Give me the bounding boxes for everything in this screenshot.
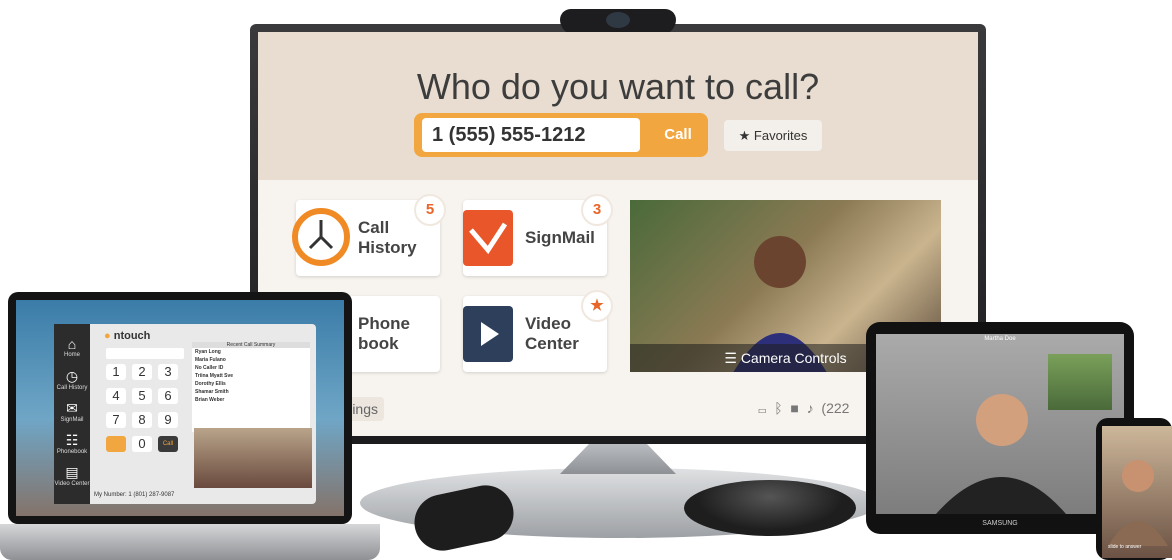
app-brand-label: ntouch (113, 330, 151, 342)
laptop-dial-input[interactable] (106, 348, 184, 359)
contact-icon: ☷ (65, 432, 79, 448)
tile-label: SignMail (525, 228, 595, 247)
keypad-key[interactable]: 3 (158, 364, 178, 380)
person-silhouette (1108, 460, 1168, 546)
sidebar-label: Call History (56, 385, 88, 391)
app-sidebar: ⌂ Home ◷ Call History ✉ SignMail ☷ Phonebook… (54, 324, 90, 504)
clock-icon: ◷ (65, 368, 79, 384)
phone-number-status: (222 (821, 400, 850, 416)
tile-video-center[interactable]: Video Center ★ (463, 290, 613, 372)
display-icon: ▭ (758, 400, 767, 416)
keypad-key[interactable]: 2 (132, 364, 152, 380)
contact-row[interactable]: Triina Myatt Sve (192, 372, 310, 380)
sidebar-item-home[interactable]: ⌂ Home (54, 336, 90, 358)
contact-list: Ryan Long Maria Fulano No Caller ID Triina … (192, 348, 310, 404)
laptop-screen: ⌂ Home ◷ Call History ✉ SignMail ☷ Phonebook… (16, 300, 344, 516)
contact-row[interactable]: Dorothy Ellis (192, 380, 310, 388)
contact-row[interactable]: Shamar Smith (192, 388, 310, 396)
keypad-key[interactable]: 5 (132, 388, 152, 404)
sidebar-item-signmail[interactable]: ✉ SignMail (54, 400, 90, 423)
ntouch-window: ⌂ Home ◷ Call History ✉ SignMail ☷ Phonebook… (54, 324, 316, 504)
favorites-button[interactable]: ★ Favorites (724, 120, 822, 151)
keypad-key[interactable]: 1 (106, 364, 126, 380)
tile-label: Video Center (525, 314, 579, 353)
page-title: Who do you want to call? (416, 66, 820, 107)
laptop-base (0, 524, 380, 560)
keypad-key[interactable]: 4 (106, 388, 126, 404)
contact-row[interactable]: Brian Weber (192, 396, 310, 404)
home-icon: ⌂ (67, 336, 77, 352)
contact-row[interactable]: Maria Fulano (192, 356, 310, 364)
video-center-badge: ★ (581, 290, 613, 322)
status-icons: ▭ ᛒ ■ ♪ (222 (758, 400, 849, 416)
tile-label: Call History (358, 218, 417, 257)
signmail-badge: 3 (581, 194, 613, 226)
webcam-lens-icon (606, 12, 630, 28)
keypad: 1 2 3 4 5 6 7 8 9 0 Call (106, 364, 186, 484)
slide-to-answer[interactable]: slide to answer (1108, 544, 1141, 550)
sidebar-item-phonebook[interactable]: ☷ Phonebook (54, 432, 90, 455)
dial-input[interactable] (422, 118, 640, 152)
sliders-icon: ☰ (724, 350, 737, 366)
tile-call-history[interactable]: Call History 5 (292, 194, 446, 276)
contact-row[interactable]: Ryan Long (192, 348, 310, 356)
brand-logo-icon: ● (104, 330, 111, 342)
favorites-label: Favorites (753, 128, 808, 143)
app-brand: ● ntouch (104, 330, 150, 342)
sidebar-item-call-history[interactable]: ◷ Call History (54, 368, 90, 391)
tablet-brand: SAMSUNG (982, 520, 1018, 527)
phone-screen: slide to answer (1102, 426, 1172, 558)
keypad-key[interactable]: 8 (132, 412, 152, 428)
sidebar-label: Home (63, 352, 80, 358)
call-history-badge: 5 (414, 194, 446, 226)
clock-icon (292, 208, 350, 266)
microphone-icon: ♪ (806, 400, 814, 416)
star-icon: ★ (738, 128, 751, 143)
tile-label: Phone book (358, 314, 410, 353)
sidebar-label: Phonebook (56, 449, 88, 455)
film-icon: ▤ (65, 464, 79, 480)
my-number: My Number: 1 (801) 287-9087 (94, 492, 175, 498)
mail-icon: ✉ (66, 400, 78, 416)
film-icon (463, 306, 513, 362)
sidebar-label: Video Center (54, 481, 90, 487)
keypad-key[interactable]: 6 (158, 388, 178, 404)
person-silhouette (936, 394, 1066, 514)
keypad-key[interactable] (106, 436, 126, 452)
keypad-key[interactable]: Call (158, 436, 178, 452)
self-view-video (194, 428, 312, 488)
video-hub-device (684, 480, 856, 536)
sidebar-label: SignMail (60, 417, 84, 423)
tablet-caller: Martha Doe (984, 336, 1016, 342)
keypad-key[interactable]: 0 (132, 436, 152, 452)
keypad-key[interactable]: 7 (106, 412, 126, 428)
tile-signmail[interactable]: SignMail 3 (463, 194, 613, 276)
recent-call-panel: Recent Call Summary Ryan Long Maria Fulan… (192, 342, 310, 432)
tv-stand-neck (560, 444, 676, 474)
contact-row[interactable]: No Caller ID (192, 364, 310, 372)
tablet-screen: Martha Doe (876, 334, 1124, 514)
call-button[interactable]: Call (648, 118, 708, 152)
camera-icon: ■ (790, 400, 799, 416)
sidebar-item-video-center[interactable]: ▤ Video Center (54, 464, 90, 487)
signmail-icon (463, 210, 513, 266)
camera-controls-label: Camera Controls (740, 350, 847, 366)
bluetooth-icon: ᛒ (774, 400, 783, 416)
keypad-key[interactable]: 9 (158, 412, 178, 428)
